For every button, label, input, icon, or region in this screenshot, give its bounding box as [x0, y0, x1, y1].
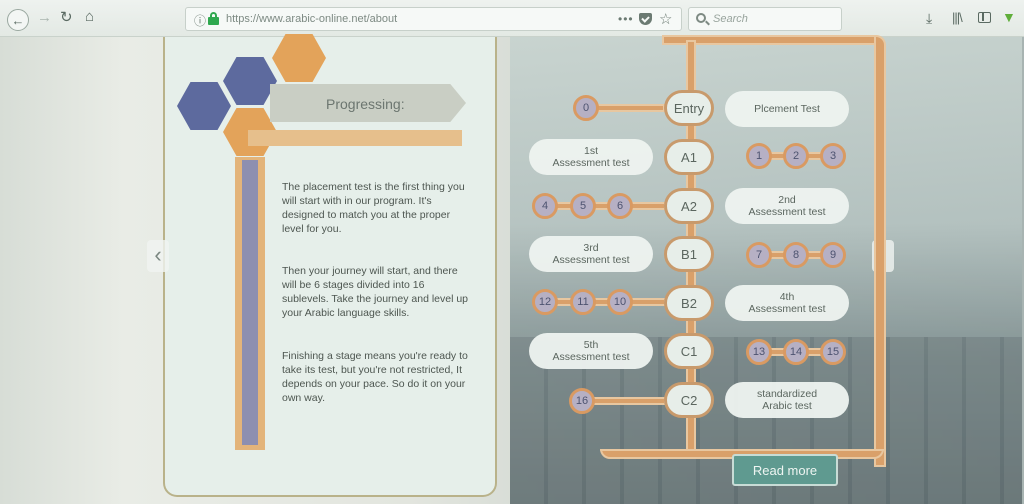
map-tube: [874, 35, 886, 467]
page-actions-menu-icon[interactable]: •••: [618, 12, 634, 26]
sublevel-circle[interactable]: 10: [607, 289, 633, 315]
sublevel-circle[interactable]: 12: [532, 289, 558, 315]
test-label-line2: Assessment test: [748, 206, 826, 218]
sublevel-circle[interactable]: 15: [820, 339, 846, 365]
test-label-line2: Arabic test: [762, 400, 812, 412]
sublevel-circle[interactable]: 7: [746, 242, 772, 268]
description-paragraph: Then your journey will start, and there …: [282, 265, 469, 319]
level-node-entry[interactable]: Entry: [664, 90, 714, 126]
level-node-b2[interactable]: B2: [664, 285, 714, 321]
test-label-line2: Assessment test: [748, 303, 826, 315]
test-label-line1: 4th: [779, 291, 795, 303]
sublevel-circle[interactable]: 0: [573, 95, 599, 121]
sublevel-circle[interactable]: 1: [746, 143, 772, 169]
sublevel-circle[interactable]: 13: [746, 339, 772, 365]
sublevel-circle[interactable]: 9: [820, 242, 846, 268]
sublevel-circle[interactable]: 2: [783, 143, 809, 169]
library-icon[interactable]: |||\: [952, 10, 963, 25]
sublevel-circle[interactable]: 16: [569, 388, 595, 414]
search-icon: [696, 13, 706, 23]
decorative-bar: [248, 130, 462, 146]
back-arrow-icon[interactable]: ←: [7, 9, 29, 31]
test-label-line1: standardized: [756, 388, 818, 400]
search-placeholder: Search: [713, 13, 748, 25]
test-pill-b2[interactable]: 4th Assessment test: [725, 285, 849, 321]
test-label-line1: 3rd: [583, 242, 599, 254]
reload-icon[interactable]: ↻: [60, 10, 73, 25]
extension-icon[interactable]: ▼: [1002, 9, 1016, 25]
sublevel-circle[interactable]: 14: [783, 339, 809, 365]
lock-icon: [208, 12, 219, 25]
test-label-line2: Assessment test: [552, 351, 630, 363]
test-label-line1: 5th: [583, 339, 599, 351]
test-label-line2: Assessment test: [552, 254, 630, 266]
info-icon[interactable]: ⓘ: [194, 12, 206, 29]
sublevel-circle[interactable]: 3: [820, 143, 846, 169]
map-tube: [584, 397, 666, 405]
description-paragraph: The placement test is the first thing yo…: [282, 181, 465, 235]
test-label: Plcement Test: [754, 103, 820, 115]
sublevel-circle[interactable]: 6: [607, 193, 633, 219]
home-icon[interactable]: ⌂: [85, 9, 94, 24]
sublevel-circle[interactable]: 8: [783, 242, 809, 268]
browser-toolbar: ← → ↻ ⌂ ⓘ https://www.arabic-online.net/…: [0, 0, 1024, 37]
download-icon[interactable]: ⤓: [926, 10, 932, 27]
map-tube: [540, 298, 666, 306]
sublevel-circle[interactable]: 4: [532, 193, 558, 219]
bookmark-star-icon[interactable]: ☆: [659, 10, 672, 28]
level-node-c2[interactable]: C2: [664, 382, 714, 418]
forward-arrow-icon[interactable]: →: [37, 10, 52, 25]
test-label-line2: Assessment test: [552, 157, 630, 169]
test-label-line1: 1st: [583, 145, 598, 157]
level-node-b1[interactable]: B1: [664, 236, 714, 272]
read-more-button[interactable]: Read more: [732, 454, 838, 486]
chevron-left-icon[interactable]: ‹: [147, 240, 169, 272]
url-text[interactable]: https://www.arabic-online.net/about: [226, 13, 397, 25]
url-bar[interactable]: ⓘ https://www.arabic-online.net/about ••…: [185, 7, 682, 31]
sidebar-icon[interactable]: [978, 12, 991, 23]
progress-title: Progressing:: [326, 96, 405, 112]
test-pill-a1[interactable]: 1st Assessment test: [529, 139, 653, 175]
test-pill-c2[interactable]: standardized Arabic test: [725, 382, 849, 418]
test-label-line1: 2nd: [778, 194, 796, 206]
level-node-a1[interactable]: A1: [664, 139, 714, 175]
description-paragraph: Finishing a stage means you're ready to …: [282, 350, 468, 404]
map-tube: [540, 202, 666, 210]
decorative-bar: [242, 160, 258, 445]
pocket-icon[interactable]: [639, 13, 652, 25]
sublevel-circle[interactable]: 5: [570, 193, 596, 219]
test-pill-entry[interactable]: Plcement Test: [725, 91, 849, 127]
sublevel-circle[interactable]: 11: [570, 289, 596, 315]
test-pill-a2[interactable]: 2nd Assessment test: [725, 188, 849, 224]
level-node-c1[interactable]: C1: [664, 333, 714, 369]
test-pill-c1[interactable]: 5th Assessment test: [529, 333, 653, 369]
search-input[interactable]: Search: [688, 7, 842, 31]
test-pill-b1[interactable]: 3rd Assessment test: [529, 236, 653, 272]
level-node-a2[interactable]: A2: [664, 188, 714, 224]
